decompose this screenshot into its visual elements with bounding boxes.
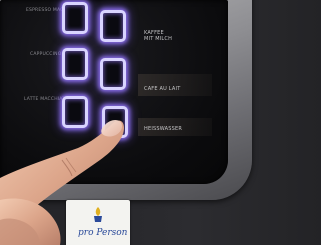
photo-stage: Espresso Macchiato Cappuccino Latte Macc… [0,0,321,245]
pointing-hand [0,120,124,245]
